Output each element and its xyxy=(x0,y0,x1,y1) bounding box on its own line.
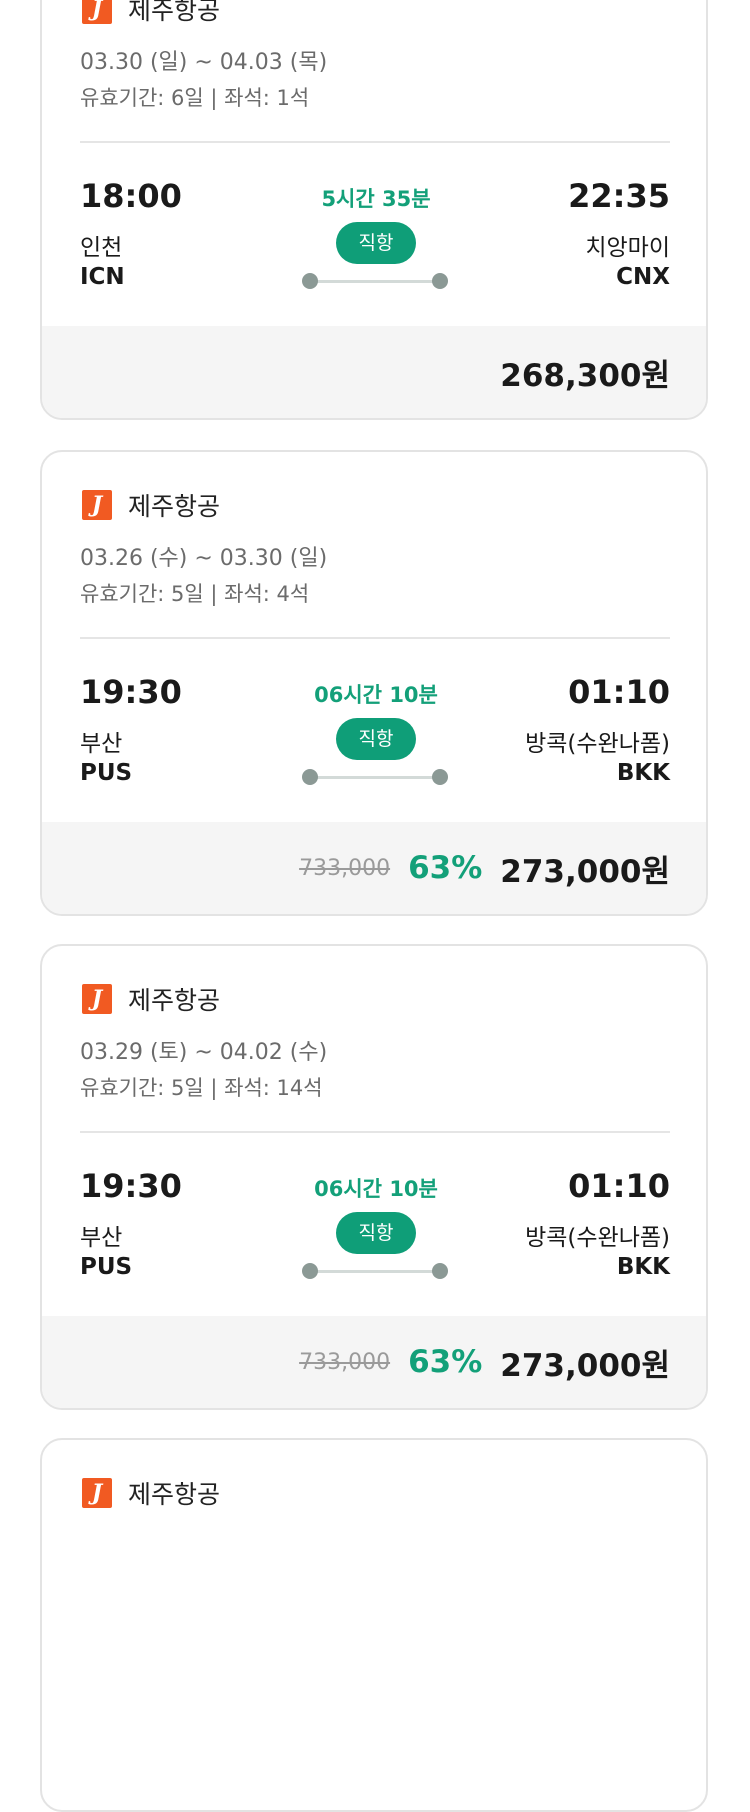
flight-card[interactable]: J 제주항공 03.29 (토) ~ 04.02 (수) 유효기간: 5일 | … xyxy=(40,944,708,1410)
flight-duration: 5시간 35분 xyxy=(321,187,431,211)
route-line xyxy=(310,280,442,283)
departure-city: 부산 xyxy=(80,731,123,757)
divider xyxy=(80,1131,670,1133)
flight-duration: 06시간 10분 xyxy=(314,1177,438,1201)
departure-time: 18:00 xyxy=(80,177,182,215)
arrival-time: 22:35 xyxy=(568,177,670,215)
travel-dates: 03.26 (수) ~ 03.30 (일) xyxy=(80,546,328,571)
divider xyxy=(80,637,670,639)
travel-dates: 03.29 (토) ~ 04.02 (수) xyxy=(80,1040,328,1065)
route-dot-icon xyxy=(302,273,318,289)
validity-seats: 유효기간: 5일 | 좌석: 4석 xyxy=(80,582,310,606)
departure-code: PUS xyxy=(80,760,133,786)
direct-badge: 직항 xyxy=(336,222,416,264)
arrival-city: 방콕(수완나폼) xyxy=(525,1225,670,1251)
flight-card[interactable]: J 제주항공 03.30 (일) ~ 04.03 (목) 유효기간: 6일 | … xyxy=(40,0,708,420)
validity-seats: 유효기간: 6일 | 좌석: 1석 xyxy=(80,86,310,110)
route-dot-icon xyxy=(432,1263,448,1279)
price-bar: 268,300원 xyxy=(42,326,706,418)
arrival-time: 01:10 xyxy=(568,1167,670,1205)
original-price: 733,000 xyxy=(299,855,391,881)
airline-name: 제주항공 xyxy=(128,1480,221,1509)
direct-badge: 직항 xyxy=(336,1212,416,1254)
arrival-time: 01:10 xyxy=(568,673,670,711)
airline-name: 제주항공 xyxy=(128,492,221,521)
validity-seats: 유효기간: 5일 | 좌석: 14석 xyxy=(80,1076,323,1100)
departure-code: PUS xyxy=(80,1254,133,1280)
airline: J 제주항공 xyxy=(82,984,221,1015)
price: 273,000원 xyxy=(500,853,670,890)
route-line xyxy=(310,1270,442,1273)
route-dot-icon xyxy=(302,769,318,785)
arrival-code: CNX xyxy=(616,264,670,290)
price-bar: 733,000 63% 273,000원 xyxy=(42,822,706,914)
flight-card[interactable]: J 제주항공 xyxy=(40,1438,708,1812)
departure-time: 19:30 xyxy=(80,1167,182,1205)
arrival-code: BKK xyxy=(616,760,670,786)
departure-time: 19:30 xyxy=(80,673,182,711)
price-bar: 733,000 63% 273,000원 xyxy=(42,1316,706,1408)
arrival-code: BKK xyxy=(616,1254,670,1280)
route-dot-icon xyxy=(432,273,448,289)
divider xyxy=(80,141,670,143)
airline-name: 제주항공 xyxy=(128,0,221,25)
jeju-air-logo-icon: J xyxy=(82,984,112,1014)
arrival-city: 치앙마이 xyxy=(585,235,670,261)
departure-code: ICN xyxy=(80,264,125,290)
original-price: 733,000 xyxy=(299,1349,391,1375)
travel-dates: 03.30 (일) ~ 04.03 (목) xyxy=(80,50,328,75)
arrival-city: 방콕(수완나폼) xyxy=(525,731,670,757)
jeju-air-logo-icon: J xyxy=(82,490,112,520)
jeju-air-logo-icon: J xyxy=(82,0,112,24)
airline-name: 제주항공 xyxy=(128,986,221,1015)
route-dot-icon xyxy=(302,1263,318,1279)
route-line xyxy=(310,776,442,779)
airline: J 제주항공 xyxy=(82,490,221,521)
discount-rate: 63% xyxy=(408,850,483,886)
flight-card[interactable]: J 제주항공 03.26 (수) ~ 03.30 (일) 유효기간: 5일 | … xyxy=(40,450,708,916)
flight-duration: 06시간 10분 xyxy=(314,683,438,707)
departure-city: 인천 xyxy=(80,235,123,261)
price: 273,000원 xyxy=(500,1347,670,1384)
discount-rate: 63% xyxy=(408,1344,483,1380)
price: 268,300원 xyxy=(500,357,670,394)
route-dot-icon xyxy=(432,769,448,785)
jeju-air-logo-icon: J xyxy=(82,1478,112,1508)
airline: J 제주항공 xyxy=(82,1478,221,1509)
airline: J 제주항공 xyxy=(82,0,221,25)
direct-badge: 직항 xyxy=(336,718,416,760)
departure-city: 부산 xyxy=(80,1225,123,1251)
